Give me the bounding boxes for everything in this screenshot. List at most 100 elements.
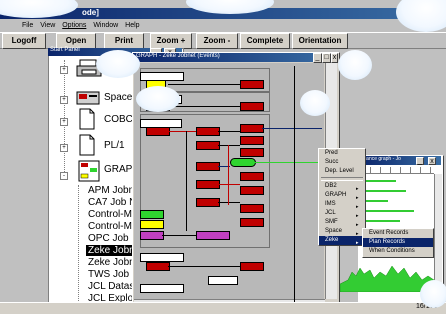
complete-button[interactable]: Complete [240, 33, 290, 49]
performance-bar [366, 180, 396, 182]
submenu-arrow-icon: ▸ [356, 195, 359, 201]
graph-edge [218, 145, 240, 146]
submenu-arrow-icon: ▸ [356, 204, 359, 210]
graph-node[interactable] [146, 127, 170, 136]
decorative-bubble [300, 90, 330, 116]
menu-window[interactable]: Window [93, 22, 118, 29]
performance-bar [366, 220, 400, 222]
tree-item-space[interactable]: Space [104, 92, 132, 103]
menu-separator [321, 177, 363, 181]
submenu-item-event-records[interactable]: Event Records [363, 229, 433, 238]
menu-file[interactable]: File [22, 22, 33, 29]
performance-ruler [360, 167, 434, 174]
graph-edge [254, 162, 320, 163]
graph-node[interactable] [196, 141, 220, 150]
menu-item-succ[interactable]: Succ [319, 158, 365, 167]
graph-edge [168, 84, 240, 85]
space-icon[interactable] [76, 86, 100, 108]
logoff-button[interactable]: Logoff [2, 33, 46, 49]
graph-node[interactable] [196, 162, 220, 171]
main-title-text: ode] [82, 8, 99, 17]
graph-edge [168, 266, 240, 267]
decorative-bubble [136, 86, 180, 112]
graph-window-title: GRAPH - Zeke Jobnet (Events) [136, 53, 220, 59]
performance-graph-title: mance graph - Jo [362, 156, 401, 162]
graph-node[interactable] [240, 136, 264, 145]
graph-edge [262, 128, 322, 129]
menu-item-dep-level[interactable]: Dep. Level [319, 167, 365, 176]
graph-edge [218, 202, 240, 203]
pl1-file-icon[interactable] [78, 134, 96, 156]
graph-node[interactable] [140, 210, 164, 219]
expand-toggle[interactable]: + [60, 118, 68, 126]
graph-edge [294, 66, 295, 306]
graph-edge [168, 106, 240, 107]
decorative-bubble [96, 50, 140, 78]
graph-node[interactable] [240, 204, 264, 213]
graph-node[interactable] [140, 284, 184, 293]
tree-item-pl1[interactable]: PL/1 [104, 140, 125, 151]
graph-edge [228, 145, 229, 205]
performance-bar [366, 210, 414, 212]
graph-node[interactable] [146, 262, 170, 271]
graph-node[interactable] [240, 148, 264, 157]
expand-toggle[interactable]: + [60, 96, 68, 104]
graph-node[interactable] [240, 172, 264, 181]
decorative-bubble [396, 0, 446, 32]
orientation-button[interactable]: Orientation [292, 33, 348, 49]
graph-node[interactable] [196, 231, 230, 240]
graph-icon[interactable] [78, 160, 100, 182]
graph-node[interactable] [240, 124, 264, 133]
graph-node[interactable] [240, 80, 264, 89]
performance-minimize-button[interactable]: _ [416, 157, 424, 165]
graph-node-selected[interactable] [230, 158, 256, 167]
tree-item-cobol[interactable]: COBC [104, 114, 133, 125]
status-bar [0, 302, 446, 314]
performance-close-button[interactable]: x [428, 157, 436, 165]
submenu-arrow-icon: ▸ [356, 213, 359, 219]
submenu-arrow-icon: ▸ [356, 222, 359, 228]
graph-node[interactable] [140, 231, 164, 240]
menu-bar: File View Options Window Help [22, 21, 145, 31]
graph-node[interactable] [240, 186, 264, 195]
start-panel-title: Start Panel [50, 47, 80, 53]
print-button[interactable]: Print [104, 33, 144, 49]
zoom-out-button[interactable]: Zoom - [196, 33, 238, 49]
zeke-submenu: Event Records Plan Records When Conditio… [362, 228, 434, 258]
graph-node[interactable] [196, 127, 220, 136]
performance-bar [366, 200, 388, 202]
graph-node[interactable] [208, 276, 238, 285]
collapse-toggle[interactable]: - [60, 172, 68, 180]
submenu-item-plan-records[interactable]: Plan Records [363, 238, 433, 247]
graph-maximize-button[interactable]: □ [322, 53, 331, 63]
menu-item-pred[interactable]: Pred [319, 149, 365, 158]
menu-options[interactable]: Options [62, 22, 86, 29]
tree-item-graph[interactable]: GRAP [104, 164, 132, 175]
menu-view[interactable]: View [40, 22, 55, 29]
submenu-item-when-conditions[interactable]: When Conditions [363, 247, 433, 256]
graph-edge [168, 131, 196, 132]
cobol-file-icon[interactable] [78, 108, 96, 130]
submenu-arrow-icon: ▸ [356, 231, 359, 237]
graph-node[interactable] [240, 262, 264, 271]
performance-bar [366, 190, 406, 192]
tree-line-vertical-2 [78, 185, 79, 307]
submenu-arrow-icon: ▸ [356, 186, 359, 192]
graph-node[interactable] [240, 102, 264, 111]
graph-node[interactable] [240, 218, 264, 227]
graph-node[interactable] [140, 220, 164, 229]
graph-minimize-button[interactable]: _ [313, 53, 322, 63]
expand-toggle[interactable]: + [60, 66, 68, 74]
expand-toggle[interactable]: + [60, 144, 68, 152]
menu-help[interactable]: Help [125, 22, 139, 29]
graph-node[interactable] [196, 180, 220, 189]
graph-edge [218, 131, 240, 132]
submenu-arrow-icon: ▸ [356, 240, 359, 246]
graph-node[interactable] [140, 253, 184, 262]
decorative-bubble [420, 280, 446, 308]
graph-edge [186, 131, 187, 231]
graph-node[interactable] [196, 198, 220, 207]
graph-close-button[interactable]: x [331, 53, 338, 63]
zoom-in-button[interactable]: Zoom + [150, 33, 192, 49]
decorative-bubble [338, 50, 372, 80]
